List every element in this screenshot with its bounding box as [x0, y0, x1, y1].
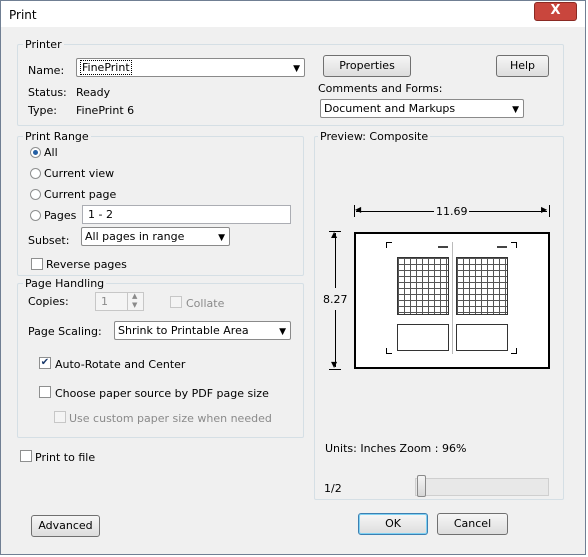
- page-slider-thumb[interactable]: [417, 475, 426, 497]
- chevron-down-icon: ▼: [512, 105, 519, 115]
- page-1-box: [397, 324, 449, 351]
- height-dimension: 8.27: [323, 293, 348, 306]
- reverse-pages-checkbox[interactable]: [31, 258, 43, 270]
- chevron-down-icon: ▼: [218, 233, 225, 243]
- chevron-down-icon: ▼: [132, 301, 138, 309]
- radio-current-page-label[interactable]: Current page: [44, 188, 116, 201]
- page-scaling-label: Page Scaling:: [28, 325, 102, 338]
- properties-button[interactable]: Properties: [323, 55, 411, 77]
- title-bar: [1, 1, 585, 27]
- printer-name-select[interactable]: FinePrint ▼: [76, 58, 305, 77]
- radio-current-view[interactable]: [30, 168, 41, 179]
- subset-select[interactable]: All pages in range ▼: [81, 227, 230, 246]
- radio-pages-label[interactable]: Pages: [44, 209, 76, 222]
- page-scaling-value: Shrink to Printable Area: [118, 324, 249, 337]
- printer-group-label: Printer: [23, 38, 64, 51]
- printer-name-label: Name:: [28, 64, 65, 77]
- subset-value: All pages in range: [85, 230, 185, 243]
- radio-all-label[interactable]: All: [44, 146, 58, 159]
- choose-paper-label[interactable]: Choose paper source by PDF page size: [55, 387, 269, 400]
- crop-mark: [386, 242, 387, 248]
- page-2-box: [456, 324, 508, 351]
- arrow-right-icon: ▶: [541, 205, 548, 214]
- page-divider: [452, 242, 453, 354]
- custom-paper-label: Use custom paper size when needed: [69, 412, 272, 425]
- subset-label: Subset:: [28, 234, 70, 247]
- crop-mark: [516, 242, 517, 248]
- page-scaling-select[interactable]: Shrink to Printable Area ▼: [114, 321, 291, 340]
- auto-rotate-label[interactable]: Auto-Rotate and Center: [55, 358, 185, 371]
- dimension-line-right: [469, 211, 547, 212]
- chevron-up-icon: ▲: [132, 292, 138, 300]
- print-to-file-checkbox[interactable]: [20, 450, 32, 462]
- advanced-button[interactable]: Advanced: [31, 515, 100, 537]
- print-range-label: Print Range: [23, 130, 91, 143]
- width-dimension: 11.69: [436, 205, 468, 218]
- arrow-up-icon: ▲: [331, 230, 338, 239]
- radio-pages[interactable]: [30, 210, 41, 221]
- window-title: Print: [9, 8, 37, 22]
- preview-label: Preview: Composite: [318, 130, 431, 143]
- type-label: Type:: [28, 104, 57, 117]
- copies-label: Copies:: [28, 295, 69, 308]
- ok-button[interactable]: OK: [358, 513, 428, 535]
- choose-paper-checkbox[interactable]: [39, 386, 51, 398]
- comments-forms-select[interactable]: Document and Markups ▼: [320, 99, 524, 118]
- radio-current-view-label[interactable]: Current view: [44, 167, 114, 180]
- close-icon: X: [550, 3, 561, 18]
- comments-forms-label: Comments and Forms:: [318, 82, 443, 95]
- units-zoom-text: Units: Inches Zoom : 96%: [325, 442, 467, 455]
- page-heading-mark: [497, 246, 507, 248]
- radio-current-page[interactable]: [30, 189, 41, 200]
- help-button[interactable]: Help: [496, 55, 549, 77]
- page-counter: 1/2: [324, 482, 342, 495]
- reverse-pages-label[interactable]: Reverse pages: [46, 258, 127, 271]
- comments-forms-value: Document and Markups: [324, 102, 456, 115]
- dimension-line-bottom: [335, 310, 336, 367]
- auto-rotate-checkbox[interactable]: ✔: [39, 357, 51, 369]
- custom-paper-checkbox[interactable]: [54, 411, 66, 423]
- page-2-grid: [456, 257, 508, 315]
- close-button[interactable]: X: [534, 2, 577, 21]
- printer-name-value: FinePrint: [80, 60, 132, 75]
- copies-value: 1: [101, 295, 108, 308]
- dimension-tick-right: [549, 205, 550, 217]
- chevron-down-icon: ▼: [293, 64, 300, 74]
- page-1-grid: [397, 257, 449, 315]
- copies-stepper[interactable]: ▲ ▼: [127, 292, 144, 311]
- dimension-tick-bottom: [329, 369, 341, 370]
- crop-mark: [386, 348, 387, 354]
- arrow-down-icon: ▼: [331, 360, 338, 369]
- checkmark-icon: ✔: [40, 357, 50, 368]
- page-heading-mark: [438, 246, 448, 248]
- radio-all[interactable]: [30, 147, 41, 158]
- dimension-line-left: [356, 211, 434, 212]
- page-handling-label: Page Handling: [23, 277, 107, 290]
- arrow-left-icon: ◀: [355, 205, 362, 214]
- print-to-file-label[interactable]: Print to file: [35, 451, 95, 464]
- dimension-line-top: [335, 233, 336, 288]
- collate-label: Collate: [186, 297, 225, 310]
- page-slider[interactable]: [415, 478, 549, 496]
- pages-input[interactable]: 1 - 2: [82, 205, 291, 224]
- chevron-down-icon: ▼: [279, 327, 286, 337]
- status-label: Status:: [28, 86, 67, 99]
- crop-mark: [516, 348, 517, 354]
- status-value: Ready: [76, 86, 111, 99]
- collate-checkbox[interactable]: [170, 296, 182, 308]
- type-value: FinePrint 6: [76, 104, 135, 117]
- cancel-button[interactable]: Cancel: [437, 513, 508, 535]
